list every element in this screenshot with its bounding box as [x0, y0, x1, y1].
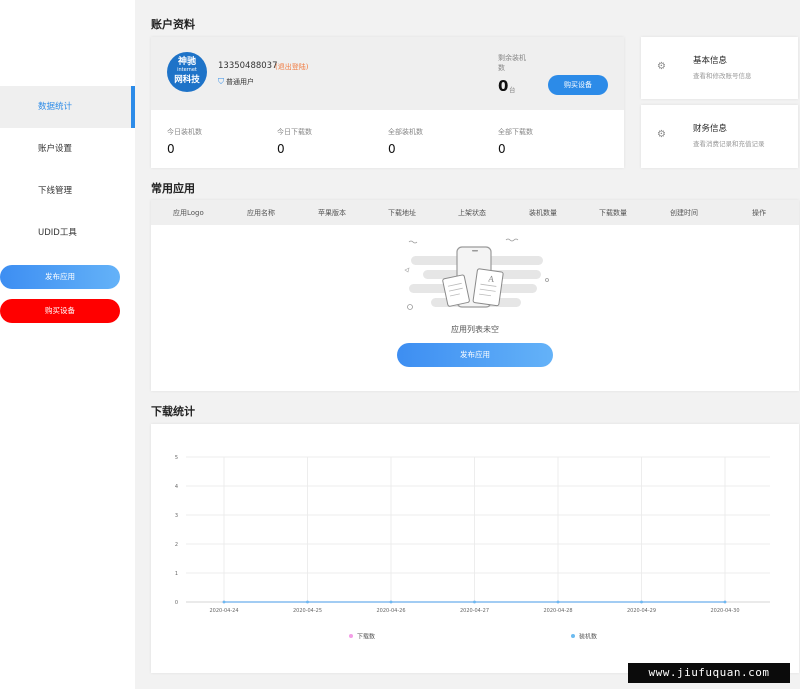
- empty-list-text: 应用列表未空: [451, 325, 499, 334]
- column-header: 苹果版本: [318, 209, 346, 217]
- column-header: 应用名称: [247, 209, 275, 217]
- sidebar-item-udid-tool[interactable]: UDID工具: [0, 212, 135, 254]
- stat-today-installs: 今日装机数 0: [167, 127, 202, 156]
- column-header: 下载地址: [388, 209, 416, 217]
- y-tick-label: 2: [175, 542, 178, 548]
- user-type-label: 普通用户: [226, 78, 254, 86]
- stat-label: 全部装机数: [388, 128, 423, 136]
- remaining-unit: 台: [509, 86, 516, 94]
- sidebar: 数据统计 账户设置 下线管理 UDID工具 发布应用 购买设备: [0, 0, 135, 689]
- x-tick-label: 2020-04-29: [627, 608, 656, 614]
- remaining-value: 0: [498, 77, 509, 95]
- y-tick-label: 3: [175, 513, 178, 519]
- stat-label: 全部下载数: [498, 128, 533, 136]
- data-point: [556, 600, 560, 604]
- x-tick-label: 2020-04-26: [376, 608, 405, 614]
- basic-info-card[interactable]: ⚙ 基本信息 查看和修改账号信息: [641, 37, 798, 99]
- column-header: 上架状态: [458, 209, 486, 217]
- sidebar-item-stats[interactable]: 数据统计: [0, 86, 135, 128]
- buy-device-button[interactable]: 购买设备: [548, 75, 608, 95]
- legend-label: 装机数: [579, 633, 597, 641]
- data-point: [306, 600, 309, 604]
- finance-info-desc: 查看消费记录和充值记录: [693, 140, 765, 148]
- x-tick-label: 2020-04-28: [543, 608, 572, 614]
- stat-label: 今日下载数: [277, 128, 312, 136]
- apps-table: 应用Logo 应用名称 苹果版本 下载地址 上架状态 装机数量 下载数量 创建时…: [151, 200, 799, 391]
- account-card: 神驰 internet 网科技 13350488037 (退出登陆) ⛉ 普通用户…: [151, 37, 624, 168]
- download-chart: 0 1 2 3 4 5 2020-04-24 2020-04-25 2020-04-26 2020…: [175, 455, 770, 641]
- legend-label: 下载数: [357, 633, 375, 641]
- column-header: 操作: [752, 209, 766, 217]
- remaining-label: 剩余装机数: [498, 54, 526, 72]
- column-header: 装机数量: [529, 209, 557, 217]
- finance-info-card[interactable]: ⚙ 财务信息 查看消费记录和充值记录: [641, 105, 798, 168]
- empty-state-illustration: A: [404, 238, 549, 310]
- stat-total-installs: 全部装机数 0: [388, 127, 423, 156]
- publish-app-button[interactable]: 发布应用: [397, 343, 553, 367]
- stat-value: 0: [498, 142, 506, 156]
- y-tick-label: 0: [175, 600, 178, 606]
- logout-link[interactable]: (退出登陆): [275, 62, 308, 72]
- stat-total-downloads: 全部下载数 0: [498, 127, 533, 156]
- column-header: 创建时间: [670, 209, 698, 217]
- sidebar-item-account-settings[interactable]: 账户设置: [0, 128, 135, 170]
- gear-icon: ⚙: [657, 61, 666, 72]
- stat-value: 0: [167, 142, 175, 156]
- x-tick-label: 2020-04-27: [460, 608, 489, 614]
- apps-section-title: 常用应用: [151, 182, 195, 195]
- x-tick-label: 2020-04-30: [710, 608, 739, 614]
- stat-label: 今日装机数: [167, 128, 202, 136]
- data-point: [640, 600, 643, 604]
- watermark: www.jiufuquan.com: [628, 663, 790, 683]
- sidebar-publish-button[interactable]: 发布应用: [0, 265, 120, 289]
- basic-info-desc: 查看和修改账号信息: [693, 72, 752, 80]
- finance-info-title: 财务信息: [693, 124, 728, 134]
- data-point: [222, 600, 226, 604]
- legend-marker: [349, 634, 353, 638]
- column-header: 下载数量: [599, 209, 627, 217]
- y-tick-label: 5: [175, 455, 178, 461]
- downloads-section-title: 下载统计: [151, 405, 195, 418]
- data-point: [723, 600, 727, 604]
- gear-icon: ⚙: [657, 129, 666, 140]
- phone-number: 13350488037: [218, 61, 278, 71]
- legend-marker: [571, 634, 575, 638]
- shield-check-icon: ⛉: [218, 77, 224, 86]
- basic-info-title: 基本信息: [693, 56, 728, 66]
- y-tick-label: 1: [175, 571, 178, 577]
- data-point: [473, 600, 476, 604]
- column-header: 应用Logo: [173, 209, 204, 217]
- sidebar-item-offline-management[interactable]: 下线管理: [0, 170, 135, 212]
- downloads-chart-card: 0 1 2 3 4 5 2020-04-24 2020-04-25 2020-04-26 2020…: [151, 424, 799, 673]
- data-point: [389, 600, 393, 604]
- stat-value: 0: [277, 142, 285, 156]
- stat-value: 0: [388, 142, 396, 156]
- stat-today-downloads: 今日下载数 0: [277, 127, 312, 156]
- sidebar-buy-button[interactable]: 购买设备: [0, 299, 120, 323]
- account-card-header: [151, 37, 624, 110]
- user-type-badge: ⛉ 普通用户: [218, 77, 254, 87]
- avatar-line3: 网科技: [174, 75, 200, 85]
- x-tick-label: 2020-04-24: [209, 608, 238, 614]
- y-tick-label: 4: [175, 484, 178, 490]
- x-tick-label: 2020-04-25: [293, 608, 322, 614]
- account-section-title: 账户资料: [151, 18, 195, 31]
- avatar: 神驰 internet 网科技: [167, 52, 207, 92]
- table-header: 应用Logo 应用名称 苹果版本 下载地址 上架状态 装机数量 下载数量 创建时…: [151, 200, 799, 225]
